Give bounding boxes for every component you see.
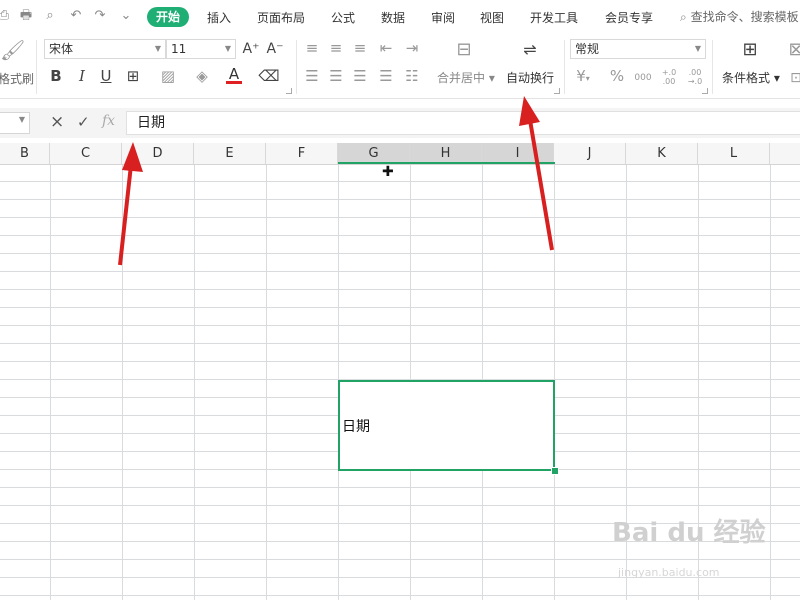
watermark-url: jingyan.baidu.com xyxy=(618,566,720,579)
arrow-to-formula-bar-icon xyxy=(118,142,143,266)
watermark-logo: Bai du 经验 xyxy=(612,518,766,548)
annotation-arrows xyxy=(118,96,554,266)
arrow-to-wrap-text-icon xyxy=(519,96,554,251)
